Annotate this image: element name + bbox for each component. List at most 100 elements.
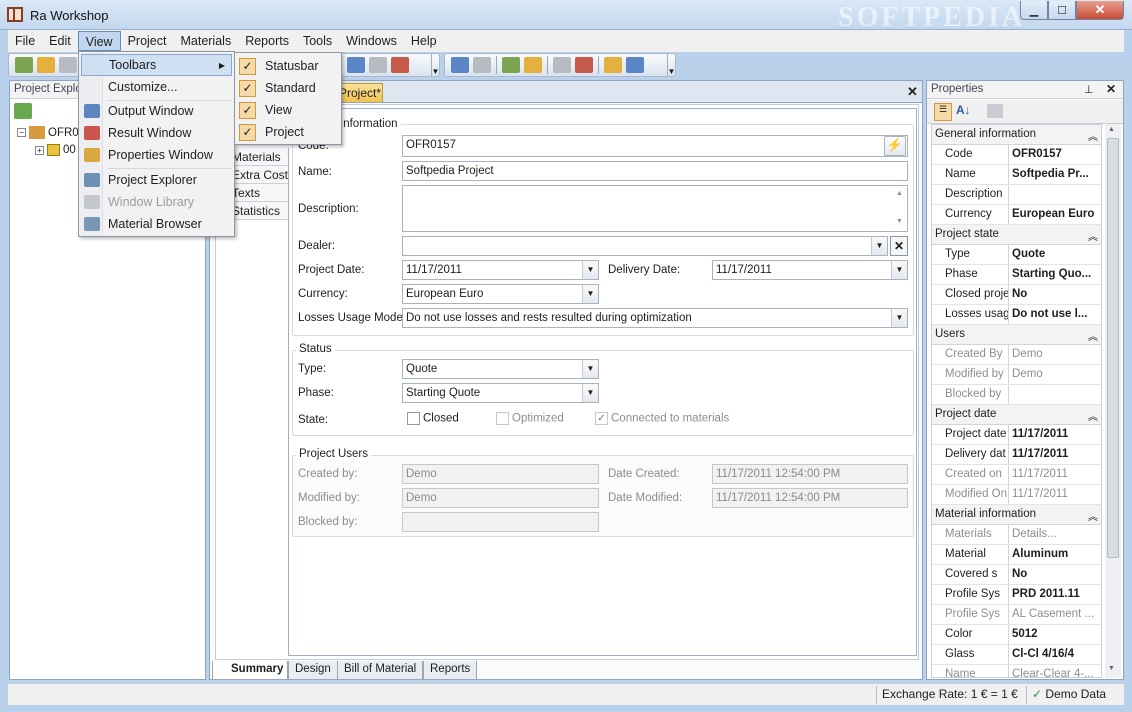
menu-view[interactable]: View	[77, 31, 121, 51]
print-icon[interactable]	[391, 57, 409, 73]
chevron-down-icon[interactable]: ▼	[582, 285, 598, 303]
side-tab-extra-costs[interactable]: Extra Costs	[228, 166, 288, 184]
collapse-icon[interactable]: ︽	[1088, 328, 1098, 343]
property-row[interactable]: Profile Sys AL Casement ...	[932, 605, 1101, 625]
menu-item-output-window[interactable]: Output Window	[81, 100, 193, 122]
name-field[interactable]: Softpedia Project	[402, 161, 908, 181]
clear-dealer-button[interactable]: ✕	[890, 236, 908, 256]
currency-select[interactable]: European Euro ▼	[402, 284, 599, 304]
chevron-down-icon[interactable]: ▼	[582, 360, 598, 378]
property-value[interactable]: OFR0157	[1009, 145, 1101, 164]
property-row[interactable]: Phase Starting Quo...	[932, 265, 1101, 285]
property-row[interactable]: Created By Demo	[932, 345, 1101, 365]
property-row[interactable]: Blocked by	[932, 385, 1101, 405]
menu-item-result-window[interactable]: Result Window	[81, 122, 191, 144]
property-value[interactable]: Starting Quo...	[1009, 265, 1101, 284]
toolbar-toggle-standard[interactable]: ✓ Standard	[237, 77, 316, 99]
tab-design[interactable]: Design	[288, 661, 338, 680]
tab-bill-of-material[interactable]: Bill of Material	[337, 661, 424, 680]
alphabetical-icon[interactable]: A↓	[956, 103, 971, 117]
collapse-icon[interactable]: ︽	[1088, 408, 1098, 423]
settings-icon[interactable]	[626, 57, 644, 73]
lightning-icon[interactable]	[604, 57, 622, 73]
property-value[interactable]	[1009, 385, 1101, 404]
check-icon[interactable]: ✓	[595, 412, 608, 425]
property-section-header[interactable]: Project state ︽	[932, 225, 1101, 245]
print-preview-icon[interactable]	[369, 57, 387, 73]
chevron-down-icon[interactable]: ▼	[871, 237, 887, 255]
menu-item-customize[interactable]: Customize...	[81, 76, 177, 98]
property-row[interactable]: Covered s No	[932, 565, 1101, 585]
property-value[interactable]: Aluminum	[1009, 545, 1101, 564]
losses-select[interactable]: Do not use losses and rests resulted dur…	[402, 308, 908, 328]
property-section-header[interactable]: General information ︽	[932, 125, 1101, 145]
property-row[interactable]: Delivery dat 11/17/2011	[932, 445, 1101, 465]
tab-summary[interactable]: Summary	[212, 661, 288, 680]
closed-checkbox[interactable]: Closed	[407, 412, 459, 425]
property-value[interactable]: Details...	[1009, 525, 1101, 544]
property-row[interactable]: Created on 11/17/2011	[932, 465, 1101, 485]
collapse-icon[interactable]: ︽	[1088, 228, 1098, 243]
dealer-select[interactable]: ▼	[402, 236, 888, 256]
menu-item-properties-window[interactable]: Properties Window	[81, 144, 213, 166]
add-item-icon[interactable]	[524, 57, 542, 73]
property-value[interactable]: 11/17/2011	[1009, 485, 1101, 504]
property-row[interactable]: Description	[932, 185, 1101, 205]
scroll-down-icon[interactable]: ▼	[1108, 665, 1115, 672]
refresh-icon[interactable]	[14, 103, 32, 119]
property-value[interactable]: PRD 2011.11	[1009, 585, 1101, 604]
property-value[interactable]: Clear-Clear 4-...	[1009, 665, 1101, 677]
property-row[interactable]: Profile Sys PRD 2011.11	[932, 585, 1101, 605]
phase-select[interactable]: Starting Quote ▼	[402, 383, 599, 403]
chevron-down-icon[interactable]: ▼	[582, 261, 598, 279]
property-value[interactable]: Softpedia Pr...	[1009, 165, 1101, 184]
property-value[interactable]: 11/17/2011	[1009, 425, 1101, 444]
menu-materials[interactable]: Materials	[173, 31, 238, 51]
collapse-icon[interactable]: ︽	[1088, 128, 1098, 143]
new-project-icon[interactable]	[15, 57, 33, 73]
property-row[interactable]: Name Softpedia Pr...	[932, 165, 1101, 185]
menu-project[interactable]: Project	[121, 31, 174, 51]
close-document-icon[interactable]: ✕	[907, 84, 918, 100]
property-pages-icon[interactable]	[987, 104, 1003, 118]
toolbar-toggle-statusbar[interactable]: ✓ Statusbar	[237, 55, 319, 77]
property-value[interactable]: Quote	[1009, 245, 1101, 264]
property-row[interactable]: Type Quote	[932, 245, 1101, 265]
side-tab-statistics[interactable]: Statistics	[228, 202, 288, 220]
pin-icon[interactable]: ⊥	[1084, 83, 1094, 96]
property-value[interactable]: Demo	[1009, 365, 1101, 384]
toolbar-toggle-view[interactable]: ✓ View	[237, 99, 292, 121]
toolbar-overflow-icon[interactable]: ▼	[431, 54, 439, 76]
property-row[interactable]: Modified On 11/17/2011	[932, 485, 1101, 505]
property-value[interactable]: AL Casement ...	[1009, 605, 1101, 624]
property-row[interactable]: Closed proje No	[932, 285, 1101, 305]
save-icon[interactable]	[59, 57, 77, 73]
maximize-button[interactable]: ☐	[1048, 1, 1076, 20]
menu-item-window-library[interactable]: Window Library	[81, 191, 194, 213]
collapse-icon[interactable]: ︽	[1088, 508, 1098, 523]
property-row[interactable]: Materials Details...	[932, 525, 1101, 545]
side-tab-materials[interactable]: Materials	[228, 148, 288, 166]
chevron-down-icon[interactable]: ▼	[891, 261, 907, 279]
scroll-up-icon[interactable]: ▲	[1108, 126, 1115, 133]
open-icon[interactable]	[37, 57, 55, 73]
toolbar-overflow-icon[interactable]: ▼	[667, 54, 675, 76]
delete-icon[interactable]	[575, 57, 593, 73]
property-row[interactable]: Name Clear-Clear 4-...	[932, 665, 1101, 677]
categorized-icon[interactable]: ☰	[934, 103, 952, 121]
property-section-header[interactable]: Material information ︽	[932, 505, 1101, 525]
property-row[interactable]: Losses usag Do not use l...	[932, 305, 1101, 325]
menu-help[interactable]: Help	[404, 31, 444, 51]
connected-checkbox[interactable]: ✓ Connected to materials	[595, 412, 729, 425]
structure-icon[interactable]	[553, 57, 571, 73]
property-value[interactable]: Cl-Cl 4/16/4	[1009, 645, 1101, 664]
property-row[interactable]: Glass Cl-Cl 4/16/4	[932, 645, 1101, 665]
toolbar-toggle-project[interactable]: ✓ Project	[237, 121, 304, 143]
close-properties-icon[interactable]: ✕	[1106, 82, 1116, 96]
property-row[interactable]: Color 5012	[932, 625, 1101, 645]
property-value[interactable]: No	[1009, 285, 1101, 304]
property-value[interactable]: Do not use l...	[1009, 305, 1101, 324]
generate-code-button[interactable]: ⚡	[884, 136, 906, 156]
side-tab-texts[interactable]: Texts	[228, 184, 288, 202]
property-value[interactable]: European Euro	[1009, 205, 1101, 224]
